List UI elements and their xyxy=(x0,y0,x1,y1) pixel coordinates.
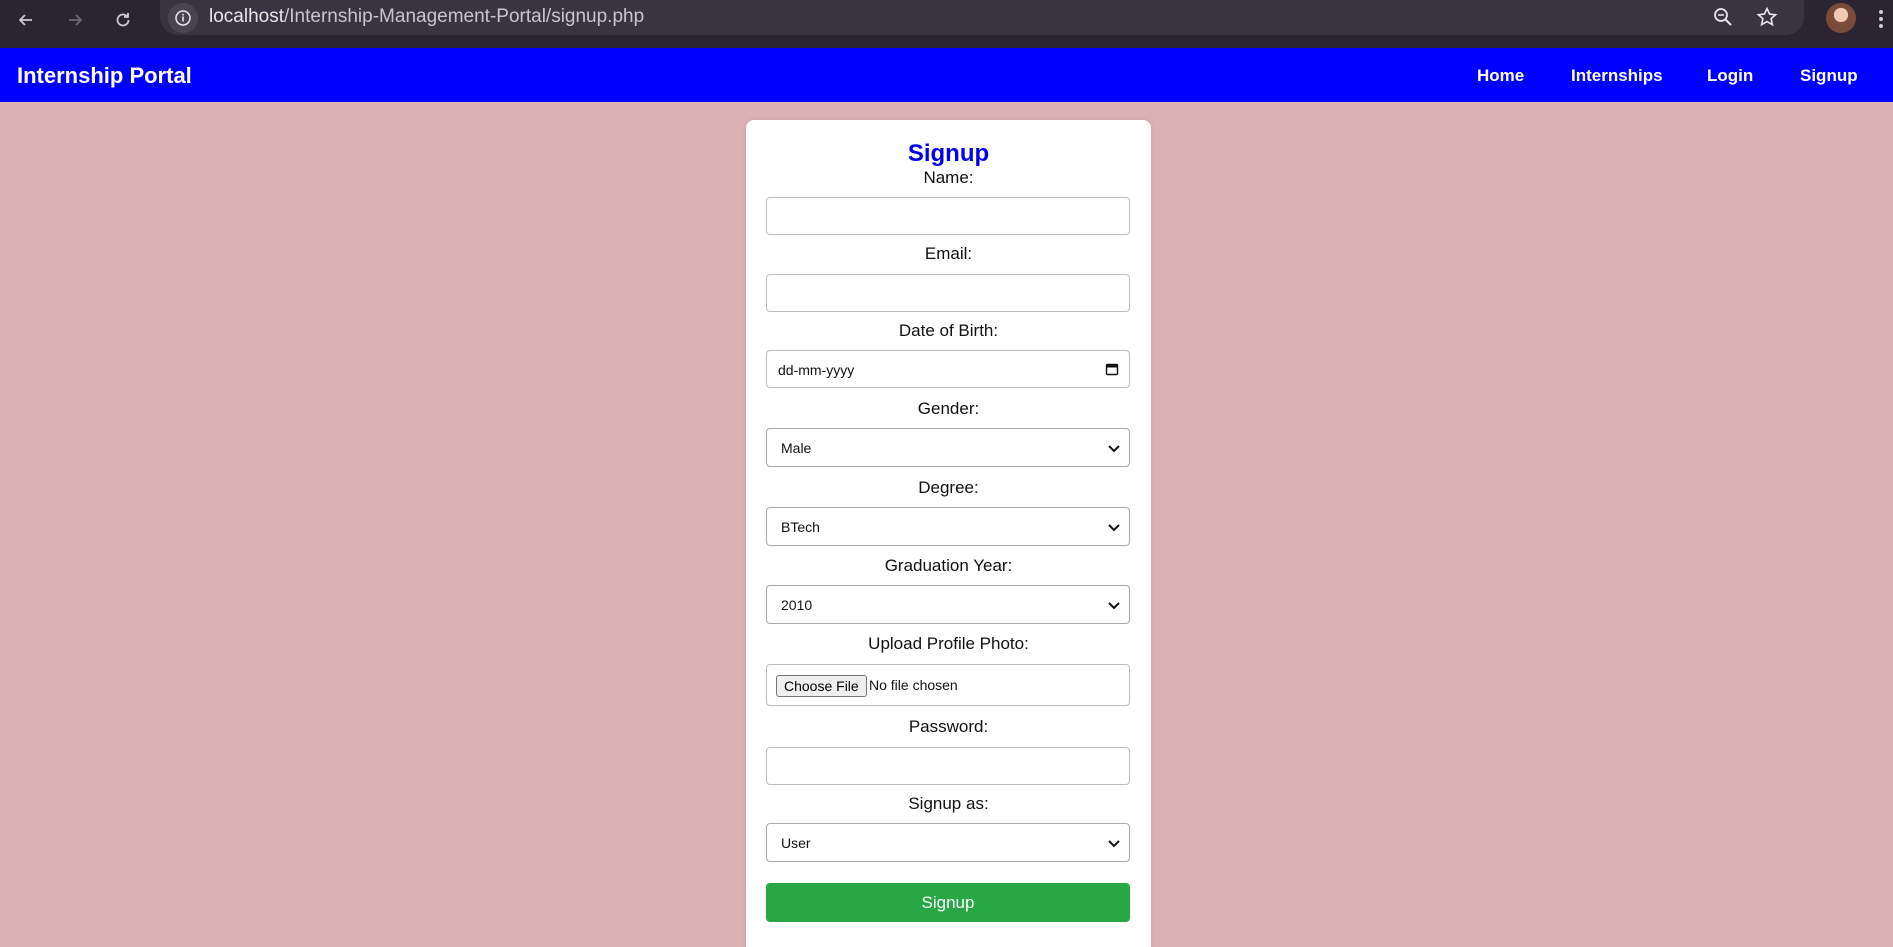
address-bar[interactable]: localhost/Internship-Management-Portal/s… xyxy=(160,0,1804,35)
browser-menu-icon[interactable] xyxy=(1878,8,1884,30)
degree-value: BTech xyxy=(781,519,820,535)
form-title: Signup xyxy=(907,140,990,167)
back-icon[interactable] xyxy=(10,4,42,36)
zoom-icon[interactable] xyxy=(1712,6,1734,33)
bookmark-star-icon[interactable] xyxy=(1756,6,1778,33)
file-status: No file chosen xyxy=(869,677,958,693)
signup-as-select[interactable]: User xyxy=(766,823,1130,862)
nav-signup-link[interactable]: Signup xyxy=(1800,66,1858,86)
dob-placeholder: dd-mm-yyyy xyxy=(778,362,855,378)
nav-home-link[interactable]: Home xyxy=(1477,66,1524,86)
gender-select[interactable]: Male xyxy=(766,428,1130,467)
dob-label: Date of Birth: xyxy=(898,321,999,340)
gender-value: Male xyxy=(781,440,812,456)
graduation-year-select[interactable]: 2010 xyxy=(766,585,1130,624)
profile-photo-label: Upload Profile Photo: xyxy=(868,634,1029,653)
graduation-year-value: 2010 xyxy=(781,597,813,613)
email-label: Email: xyxy=(924,244,973,263)
nav-internships-link[interactable]: Internships xyxy=(1571,66,1663,86)
browser-toolbar: localhost/Internship-Management-Portal/s… xyxy=(0,0,1893,48)
email-input[interactable] xyxy=(766,274,1130,312)
url-host: localhost xyxy=(209,6,284,27)
profile-avatar[interactable] xyxy=(1826,3,1856,33)
chevron-down-icon xyxy=(1108,524,1120,532)
degree-select[interactable]: BTech xyxy=(766,507,1130,546)
gender-label: Gender: xyxy=(917,399,980,418)
password-input[interactable] xyxy=(766,747,1130,785)
profile-photo-input[interactable]: Choose File No file chosen xyxy=(766,664,1130,706)
chevron-down-icon xyxy=(1108,602,1120,610)
name-input[interactable] xyxy=(766,197,1130,235)
degree-label: Degree: xyxy=(918,478,979,497)
chevron-down-icon xyxy=(1108,840,1120,848)
url-path: /Internship-Management-Portal/signup.php xyxy=(284,6,645,27)
signup-submit-button[interactable]: Signup xyxy=(766,883,1130,922)
brand-title[interactable]: Internship Portal xyxy=(17,63,192,89)
signup-as-value: User xyxy=(781,835,811,851)
signup-as-label: Signup as: xyxy=(908,794,989,813)
calendar-icon[interactable] xyxy=(1105,362,1119,376)
forward-icon[interactable] xyxy=(59,4,91,36)
password-label: Password: xyxy=(908,717,989,736)
nav-login-link[interactable]: Login xyxy=(1707,66,1753,86)
signup-card: Signup Name: Email: Date of Birth: dd-mm… xyxy=(746,120,1151,947)
graduation-year-label: Graduation Year: xyxy=(884,556,1013,575)
site-header: Internship Portal Home Internships Login… xyxy=(0,48,1893,102)
address-url[interactable]: localhost/Internship-Management-Portal/s… xyxy=(209,6,644,28)
dob-input[interactable]: dd-mm-yyyy xyxy=(766,350,1130,388)
reload-icon[interactable] xyxy=(107,4,139,36)
chevron-down-icon xyxy=(1108,445,1120,453)
choose-file-button[interactable]: Choose File xyxy=(776,675,867,697)
name-label: Name: xyxy=(923,168,974,187)
site-info-icon[interactable] xyxy=(168,3,198,33)
